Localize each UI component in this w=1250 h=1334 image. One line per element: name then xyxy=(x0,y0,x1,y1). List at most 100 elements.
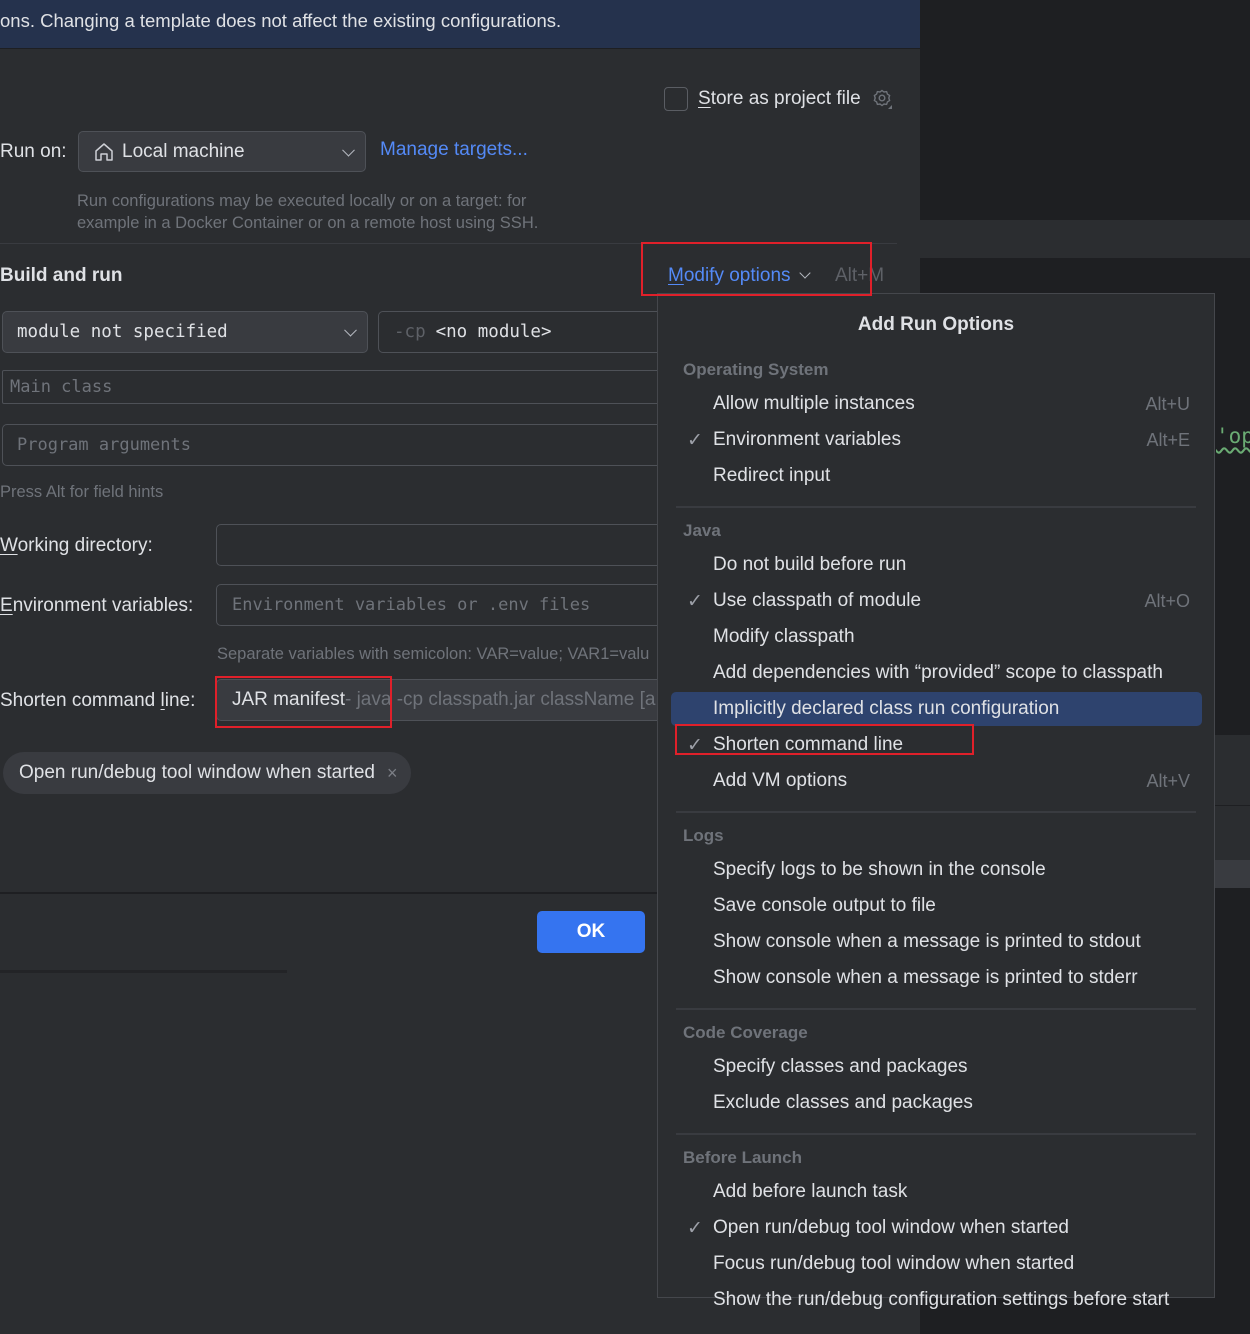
popup-menu-item[interactable]: Show console when a message is printed t… xyxy=(671,961,1202,995)
popup-menu-item-label: Implicitly declared class run configurat… xyxy=(713,698,1060,719)
open-tool-window-chip[interactable]: Open run/debug tool window when started … xyxy=(3,752,412,794)
store-as-project-file-label[interactable]: Store as project file xyxy=(698,88,861,110)
shorten-command-line-value: JAR manifest xyxy=(232,689,345,710)
popup-menu-item-shortcut: Alt+U xyxy=(1145,393,1190,414)
popup-menu-item[interactable]: Specify logs to be shown in the console xyxy=(671,853,1202,887)
environment-variables-hint: Separate variables with semicolon: VAR=v… xyxy=(217,645,650,663)
popup-menu-item[interactable]: Add VM options Alt+V xyxy=(671,764,1202,798)
run-on-value: Local machine xyxy=(122,140,245,162)
chevron-down-icon xyxy=(344,323,357,337)
modify-options-shortcut: Alt+M xyxy=(835,265,885,286)
build-and-run-title: Build and run xyxy=(0,265,123,286)
shorten-command-line-select[interactable]: JAR manifest - java -cp classpath.jar cl… xyxy=(216,679,678,721)
popup-menu-item-label: Show the run/debug configuration setting… xyxy=(713,1289,1170,1310)
window-shadow xyxy=(0,970,287,973)
popup-menu-item[interactable]: Show console when a message is printed t… xyxy=(671,925,1202,959)
main-class-placeholder: Main class xyxy=(10,377,113,397)
screen: 'op ons. Changing a template does not af… xyxy=(0,0,1250,1334)
run-on-hint-line2: example in a Docker Container or on a re… xyxy=(77,214,539,232)
working-directory-input[interactable] xyxy=(216,524,678,566)
popup-separator xyxy=(676,506,1196,508)
working-directory-label: Working directory: xyxy=(0,535,153,556)
environment-variables-label: Environment variables: xyxy=(0,595,194,616)
popup-menu-item-label: Specify classes and packages xyxy=(713,1056,968,1077)
popup-menu-item-shortcut: Alt+O xyxy=(1144,590,1190,611)
run-on-label: Run on: xyxy=(0,141,67,162)
popup-menu-item-shortcut: Alt+V xyxy=(1146,770,1190,791)
chevron-down-icon xyxy=(798,267,811,279)
popup-menu-item-label: Specify logs to be shown in the console xyxy=(713,859,1046,880)
popup-menu-item-label: Do not build before run xyxy=(713,554,907,575)
section-divider xyxy=(0,243,897,244)
popup-menu-item[interactable]: ✓ Environment variables Alt+E xyxy=(671,423,1202,457)
popup-separator xyxy=(676,1008,1196,1010)
add-run-options-popup: Add Run Options Operating System Allow mu… xyxy=(657,293,1215,1310)
popup-menu-item-label: Add VM options xyxy=(713,770,848,791)
popup-menu-item[interactable]: Show the run/debug configuration setting… xyxy=(671,1283,1202,1317)
chevron-down-icon xyxy=(342,143,355,157)
popup-menu-item-label: Environment variables xyxy=(713,429,901,450)
popup-title: Add Run Options xyxy=(857,314,1015,335)
popup-menu-item[interactable]: Focus run/debug tool window when started xyxy=(671,1247,1202,1281)
popup-menu-item[interactable]: ✓ Open run/debug tool window when started xyxy=(671,1211,1202,1245)
chip-label: Open run/debug tool window when started xyxy=(19,762,375,783)
shorten-command-line-description: - java -cp classpath.jar className [a xyxy=(344,689,656,710)
popup-separator xyxy=(676,1133,1196,1135)
classpath-prefix: -cp xyxy=(394,322,426,342)
template-info-banner: ons. Changing a template does not affect… xyxy=(0,0,920,49)
popup-menu-item-label: Save console output to file xyxy=(713,895,936,916)
popup-menu-item[interactable]: ✓ Shorten command line xyxy=(671,728,1202,762)
shorten-command-line-label: Shorten command line: xyxy=(0,690,196,711)
popup-separator xyxy=(676,811,1196,813)
classpath-value: <no module> xyxy=(435,322,552,342)
popup-menu-item[interactable]: Add dependencies with “provided” scope t… xyxy=(671,656,1202,690)
popup-menu-item-label: Show console when a message is printed t… xyxy=(713,931,1141,952)
environment-variables-input[interactable]: Environment variables or .env files xyxy=(216,584,678,626)
module-select[interactable]: module not specified xyxy=(2,311,368,353)
popup-menu-item-label: Redirect input xyxy=(713,465,831,486)
checkmark-icon: ✓ xyxy=(687,734,703,756)
environment-variables-placeholder: Environment variables or .env files xyxy=(232,595,591,615)
field-hints-text: Press Alt for field hints xyxy=(0,483,164,501)
store-as-project-file-row[interactable]: Store as project file xyxy=(664,87,893,111)
module-value: module not specified xyxy=(17,322,228,342)
popup-menu-item[interactable]: Implicitly declared class run configurat… xyxy=(671,692,1202,726)
home-icon xyxy=(93,141,115,163)
popup-menu-item[interactable]: Save console output to file xyxy=(671,889,1202,923)
popup-menu-item-label: Focus run/debug tool window when started xyxy=(713,1253,1075,1274)
popup-menu-item[interactable]: Do not build before run xyxy=(671,548,1202,582)
run-on-target-select[interactable]: Local machine xyxy=(78,131,366,172)
popup-menu-item-label: Allow multiple instances xyxy=(713,393,915,414)
popup-menu-item[interactable]: Modify classpath xyxy=(671,620,1202,654)
checkmark-icon: ✓ xyxy=(687,429,703,451)
manage-targets-link[interactable]: Manage targets... xyxy=(380,139,528,161)
popup-menu-item-shortcut: Alt+E xyxy=(1146,429,1190,450)
popup-group-title: Code Coverage xyxy=(683,1023,808,1042)
popup-menu-item-label: Add before launch task xyxy=(713,1181,908,1202)
code-fragment: 'op xyxy=(1216,424,1250,448)
popup-menu-item[interactable]: Redirect input xyxy=(671,459,1202,493)
popup-menu-item[interactable]: Allow multiple instances Alt+U xyxy=(671,387,1202,421)
popup-menu-item[interactable]: Add before launch task xyxy=(671,1175,1202,1209)
close-icon[interactable]: × xyxy=(387,763,398,784)
editor-tab-strip xyxy=(920,220,1250,258)
program-arguments-placeholder: Program arguments xyxy=(17,435,191,455)
checkmark-icon: ✓ xyxy=(687,1217,703,1239)
gear-icon[interactable] xyxy=(871,88,893,110)
popup-menu-item-label: Exclude classes and packages xyxy=(713,1092,973,1113)
store-as-project-file-checkbox[interactable] xyxy=(664,87,688,111)
main-class-input[interactable]: Main class xyxy=(2,370,678,404)
popup-menu-item-label: Open run/debug tool window when started xyxy=(713,1217,1069,1238)
program-arguments-input[interactable]: Program arguments xyxy=(2,424,678,466)
popup-group-title: Logs xyxy=(683,826,724,845)
popup-menu-item-label: Use classpath of module xyxy=(713,590,922,611)
popup-group-title: Before Launch xyxy=(683,1148,803,1167)
classpath-field[interactable]: -cp <no module> xyxy=(378,311,678,353)
modify-options-link[interactable]: Modify options xyxy=(668,265,811,287)
run-on-hint-line1: Run configurations may be executed local… xyxy=(77,192,527,210)
popup-menu-item[interactable]: Specify classes and packages xyxy=(671,1050,1202,1084)
popup-group-title: Java xyxy=(683,521,721,540)
popup-menu-item[interactable]: Exclude classes and packages xyxy=(671,1086,1202,1120)
ok-button[interactable]: OK xyxy=(537,911,645,953)
popup-menu-item[interactable]: ✓ Use classpath of module Alt+O xyxy=(671,584,1202,618)
